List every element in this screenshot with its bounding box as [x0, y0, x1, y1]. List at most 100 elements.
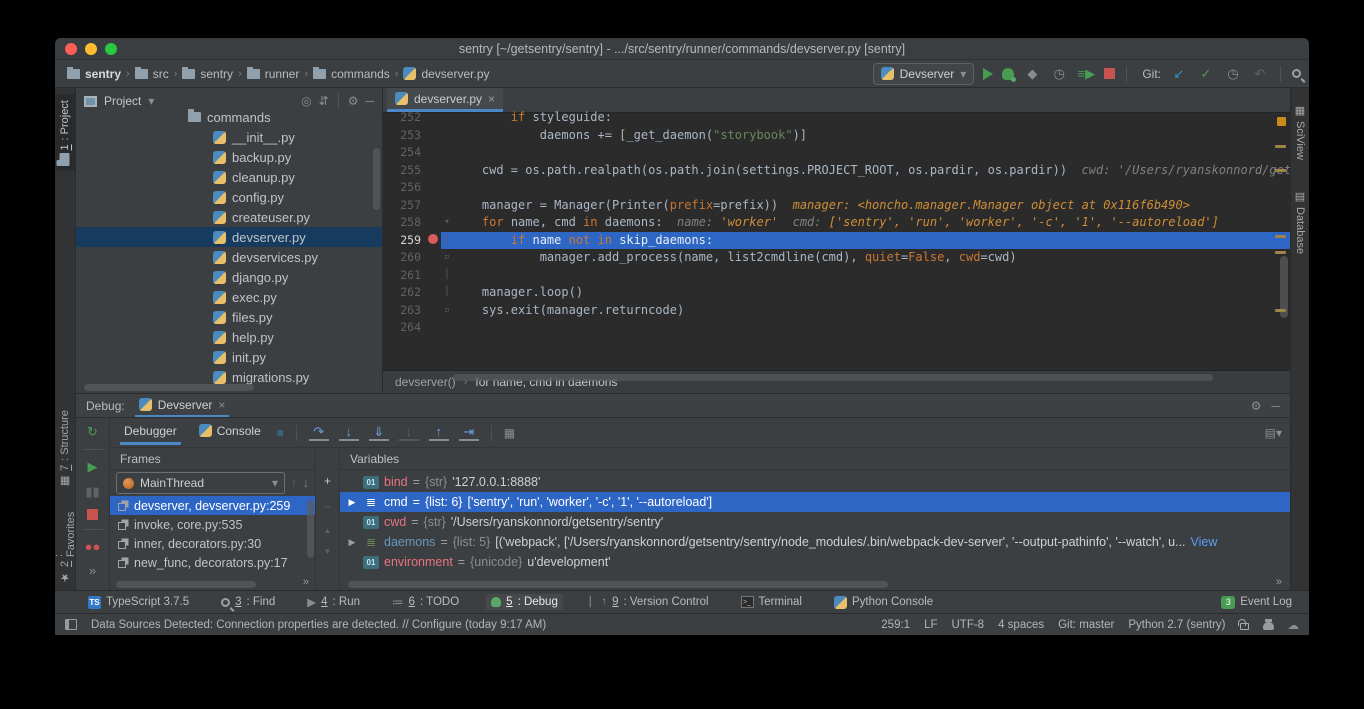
fold-marker[interactable]: ▫ — [441, 302, 453, 320]
breadcrumb-item[interactable]: sentry — [200, 67, 233, 81]
event-log-button[interactable]: 3Event Log — [1216, 594, 1297, 611]
project-horizontal-scrollbar[interactable] — [84, 384, 254, 391]
git-rollback-button[interactable]: ↶ — [1251, 66, 1269, 82]
frame-down-icon[interactable]: ↓ — [303, 476, 309, 490]
toolwindow-button-find[interactable]: 3: Find — [216, 594, 280, 610]
frames-horizontal-scrollbar[interactable] — [116, 581, 256, 588]
breadcrumb-item[interactable]: commands — [331, 67, 390, 81]
lock-icon[interactable] — [1240, 623, 1249, 630]
code-line-264[interactable]: 264 — [383, 319, 1290, 337]
variable-row-cwd[interactable]: 01cwd={str}'/Users/ryanskonnord/getsentr… — [340, 512, 1290, 532]
code-area[interactable]: 252 if styleguide:253 daemons += [_get_d… — [383, 109, 1290, 370]
frame-row[interactable]: invoke, core.py:535 — [110, 515, 315, 534]
locate-file-icon[interactable]: ◎ — [301, 94, 311, 108]
breadcrumb-item[interactable]: devserver.py — [421, 67, 489, 81]
status-item[interactable]: Git: master — [1058, 619, 1114, 631]
git-commit-button[interactable]: ✓ — [1197, 66, 1215, 82]
code-line-256[interactable]: 256 — [383, 179, 1290, 197]
toolwindow-button-debug[interactable]: 5: Debug — [486, 594, 563, 610]
toolwindow-button-todo[interactable]: ≔6: TODO — [387, 593, 464, 611]
code-line-258[interactable]: 258▾ for name, cmd in daemons: name: 'wo… — [383, 214, 1290, 232]
code-line-255[interactable]: 255 cwd = os.path.realpath(os.path.join(… — [383, 162, 1290, 180]
git-history-button[interactable]: ◷ — [1224, 66, 1242, 82]
run-to-cursor-icon[interactable]: ⇥ — [459, 424, 479, 441]
step-into-icon[interactable]: ↓ — [339, 424, 359, 441]
thread-select[interactable]: MainThread ▾ — [116, 472, 285, 494]
rerun-icon[interactable]: ↻ — [87, 424, 98, 440]
status-item[interactable]: LF — [924, 619, 937, 631]
tab-console[interactable]: Console — [193, 422, 267, 444]
expand-icon[interactable]: ▶ — [346, 497, 358, 508]
run-button[interactable] — [983, 68, 993, 80]
project-vertical-scrollbar[interactable] — [373, 148, 380, 210]
gear-icon[interactable]: ⚙ — [1251, 399, 1262, 413]
collapse-all-icon[interactable]: ⇵ — [319, 94, 329, 108]
fold-marker[interactable]: │ — [441, 232, 453, 250]
toolwindow-button-typescript[interactable]: TSTypeScript 3.7.5 — [83, 594, 194, 611]
remove-watch-icon[interactable]: − — [324, 500, 331, 514]
code-line-252[interactable]: 252 if styleguide: — [383, 109, 1290, 127]
tree-item-execpy[interactable]: exec.py — [76, 287, 382, 307]
add-watch-icon[interactable]: + — [324, 474, 331, 488]
code-line-263[interactable]: 263▫ sys.exit(manager.returncode) — [383, 302, 1290, 320]
editor-horizontal-scrollbar[interactable] — [453, 374, 1213, 381]
evaluate-expression-icon[interactable]: ▦ — [504, 426, 515, 440]
tree-item-djangopy[interactable]: django.py — [76, 267, 382, 287]
profiler-button[interactable]: ◷ — [1050, 66, 1068, 82]
close-icon[interactable]: × — [218, 398, 225, 412]
coverage-button[interactable]: ◆ — [1023, 66, 1041, 82]
step-over-icon[interactable]: ↷ — [309, 424, 329, 441]
code-line-260[interactable]: 260▫ manager.add_process(name, list2cmdl… — [383, 249, 1290, 267]
toolwindow-button-versioncontrol[interactable]: ⎸↑9: Version Control — [585, 594, 714, 611]
run-with-configuration-button[interactable]: ≡▶ — [1077, 66, 1095, 82]
status-item[interactable]: 259:1 — [881, 619, 910, 631]
variables-more-icon[interactable]: » — [1276, 576, 1282, 588]
code-line-257[interactable]: 257 manager = Manager(Printer(prefix=pre… — [383, 197, 1290, 215]
breadcrumb-item[interactable]: sentry — [85, 67, 121, 81]
tool-stripe-tab-sciview[interactable]: ▦SciView — [1291, 98, 1309, 166]
tool-stripe-tab-project[interactable]: 1: Project — [55, 94, 75, 170]
tree-item-configpy[interactable]: config.py — [76, 187, 382, 207]
code-line-254[interactable]: 254 — [383, 144, 1290, 162]
tool-stripe-tab-database[interactable]: ▤Database — [1291, 184, 1309, 260]
stop-button[interactable] — [1104, 68, 1115, 79]
fold-marker[interactable]: │ — [441, 267, 453, 285]
fold-marker[interactable]: ▾ — [441, 214, 453, 232]
tool-stripe-tab-structure[interactable]: ▦7: Structure — [55, 404, 75, 494]
frames-more-icon[interactable]: » — [303, 576, 309, 588]
frame-row[interactable]: devserver, devserver.py:259 — [110, 496, 315, 515]
tree-item-createuserpy[interactable]: createuser.py — [76, 207, 382, 227]
debug-button[interactable] — [1002, 68, 1014, 80]
toolwindow-button-terminal[interactable]: >_Terminal — [736, 594, 807, 610]
status-item[interactable]: 4 spaces — [998, 619, 1044, 631]
tree-item-filespy[interactable]: files.py — [76, 307, 382, 327]
move-up-icon[interactable]: ▲ — [324, 526, 332, 535]
fold-marker[interactable]: ▫ — [441, 249, 453, 267]
tree-item-backuppy[interactable]: backup.py — [76, 147, 382, 167]
step-out-icon[interactable]: ↑ — [429, 424, 449, 441]
move-down-icon[interactable]: ▼ — [324, 547, 332, 556]
threads-view-icon[interactable]: ≡ — [277, 426, 284, 440]
breakpoint[interactable] — [425, 232, 441, 250]
debug-session-tab[interactable]: Devserver × — [135, 394, 230, 417]
view-link[interactable]: View — [1191, 535, 1218, 549]
pause-icon[interactable]: ▮▮ — [85, 484, 99, 500]
tree-item-devserverpy[interactable]: devserver.py — [76, 227, 382, 247]
frame-row[interactable]: new_func, decorators.py:17 — [110, 553, 315, 572]
view-breakpoints-icon[interactable]: ●● — [85, 539, 101, 554]
gear-icon[interactable]: ⚙ — [348, 94, 359, 108]
chevron-down-icon[interactable]: ▾ — [148, 94, 154, 108]
tree-item-commands[interactable]: commands — [76, 107, 382, 127]
notifications-gear-icon[interactable]: ☁ — [1288, 618, 1300, 632]
tab-debugger[interactable]: Debugger — [118, 422, 183, 444]
tool-stripe-tab-favorites[interactable]: ★2: Favorites — [55, 500, 75, 590]
resume-icon[interactable]: ▶ — [88, 459, 98, 475]
variable-row-cmd[interactable]: ▶≣cmd={list: 6}['sentry', 'run', 'worker… — [340, 492, 1290, 512]
hide-panel-icon[interactable]: ─ — [1271, 399, 1280, 413]
fold-marker[interactable]: │ — [441, 284, 453, 302]
variables-horizontal-scrollbar[interactable] — [348, 581, 888, 588]
frame-row[interactable]: inner, decorators.py:30 — [110, 534, 315, 553]
tree-item-devservicespy[interactable]: devservices.py — [76, 247, 382, 267]
code-line-253[interactable]: 253 daemons += [_get_daemon("storybook")… — [383, 127, 1290, 145]
breadcrumb-item[interactable]: runner — [265, 67, 300, 81]
